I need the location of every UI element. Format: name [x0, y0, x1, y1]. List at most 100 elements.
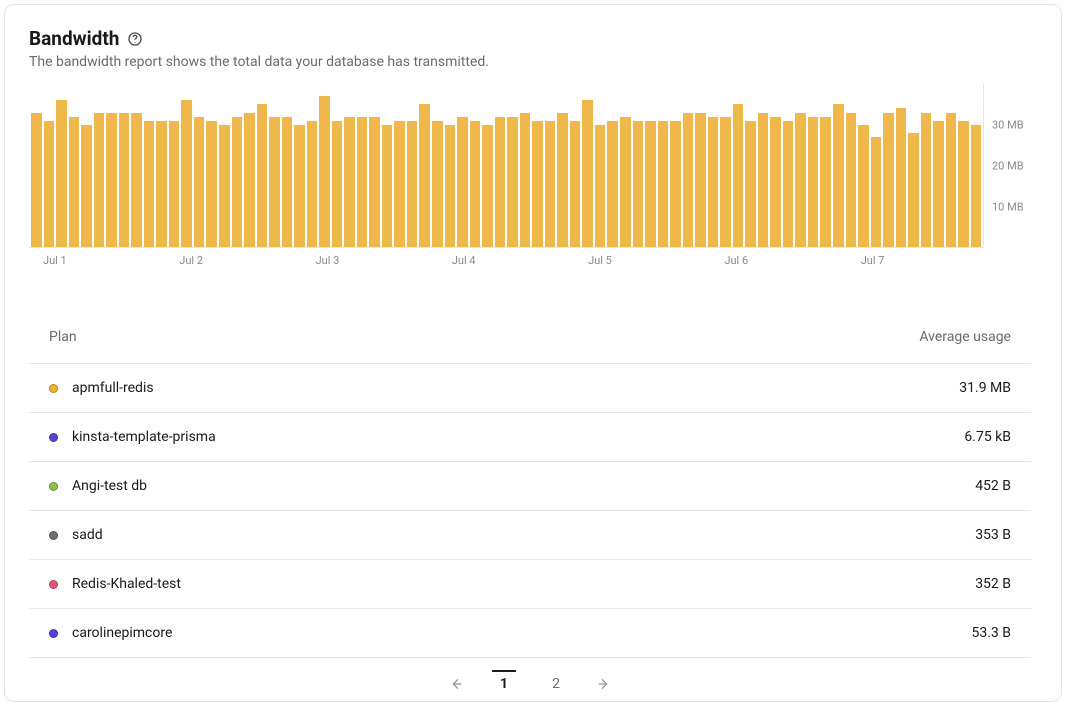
usage-value: 6.75 kB: [964, 429, 1011, 445]
chart-bar: [570, 121, 581, 247]
chart-bar: [419, 104, 430, 247]
chart-bar: [858, 125, 869, 247]
bandwidth-chart: 30 MB 20 MB 10 MB: [29, 84, 1037, 248]
plan-cell: carolinepimcore: [49, 625, 172, 641]
chart-bar: [282, 117, 293, 247]
table-row[interactable]: Angi-test db 452 B: [29, 462, 1031, 511]
table-row[interactable]: kinsta-template-prisma 6.75 kB: [29, 413, 1031, 462]
plan-cell: kinsta-template-prisma: [49, 429, 216, 445]
chart-bar: [783, 121, 794, 247]
chart-bar: [795, 113, 806, 247]
chart-bar: [921, 113, 932, 247]
page-1[interactable]: 1: [492, 670, 516, 698]
plan-cell: apmfull-redis: [49, 380, 154, 396]
chart-bar: [244, 113, 255, 247]
chart-bar: [294, 125, 305, 247]
x-tick: Jul 6: [710, 254, 846, 267]
chart-bar: [319, 96, 330, 247]
chart-bar: [582, 100, 593, 247]
table-row[interactable]: apmfull-redis 31.9 MB: [29, 364, 1031, 413]
chart-bar: [307, 121, 318, 247]
chart-bar: [620, 117, 631, 247]
chart-bar: [332, 121, 343, 247]
chart-bar: [833, 104, 844, 247]
chart-plot-area: [29, 84, 983, 248]
x-tick: Jul 5: [574, 254, 710, 267]
chart-bar: [156, 121, 167, 247]
chart-bar: [94, 113, 105, 247]
card-title: Bandwidth: [29, 27, 119, 50]
chart-bar: [44, 121, 55, 247]
chart-bar: [344, 117, 355, 247]
status-dot-icon: [49, 384, 58, 393]
chart-bar: [369, 117, 380, 247]
chart-bar: [144, 121, 155, 247]
chart-bar: [31, 113, 42, 247]
table-row[interactable]: carolinepimcore 53.3 B: [29, 609, 1031, 658]
y-tick-30: 30 MB: [992, 119, 1024, 132]
chart-bar: [56, 100, 67, 247]
chart-bar: [507, 117, 518, 247]
status-dot-icon: [49, 482, 58, 491]
chart-bar: [683, 113, 694, 247]
col-plan: Plan: [49, 329, 77, 345]
chart-bar: [946, 113, 957, 247]
chart-y-axis: 30 MB 20 MB 10 MB: [983, 84, 1037, 248]
chart-bar: [758, 113, 769, 247]
status-dot-icon: [49, 580, 58, 589]
chart-bar: [482, 125, 493, 247]
chart-bar: [457, 117, 468, 247]
chart-bar: [633, 121, 644, 247]
chart-bar: [908, 133, 919, 247]
chart-bar: [770, 117, 781, 247]
chart-bar: [532, 121, 543, 247]
x-tick: Jul 1: [29, 254, 165, 267]
chart-bar: [933, 121, 944, 247]
y-tick-20: 20 MB: [992, 160, 1024, 173]
chart-bar: [169, 121, 180, 247]
usage-value: 31.9 MB: [959, 380, 1011, 396]
chart-x-axis: Jul 1 Jul 2 Jul 3 Jul 4 Jul 5 Jul 6 Jul …: [29, 254, 1037, 267]
page-next-button[interactable]: [596, 676, 612, 692]
chart-bar: [733, 104, 744, 247]
page-2[interactable]: 2: [544, 670, 568, 698]
chart-bar: [407, 121, 418, 247]
pagination: 1 2: [29, 658, 1031, 698]
chart-bar: [194, 117, 205, 247]
chart-bar: [645, 121, 656, 247]
table-row[interactable]: sadd353 B: [29, 511, 1031, 560]
x-tick: Jul 7: [847, 254, 983, 267]
table-header: Plan Average usage: [29, 319, 1031, 364]
chart-bar: [269, 117, 280, 247]
usage-value: 53.3 B: [972, 625, 1012, 641]
chart-bar: [394, 121, 405, 247]
plan-cell: sadd: [49, 527, 103, 543]
chart-bar: [883, 113, 894, 247]
chart-bar: [81, 125, 92, 247]
chart-bar: [846, 113, 857, 247]
chart-bar: [470, 121, 481, 247]
plan-name: Angi-test db: [72, 478, 147, 494]
plan-name: Redis-Khaled-test: [72, 576, 181, 592]
chart-bar: [607, 121, 618, 247]
status-dot-icon: [49, 433, 58, 442]
table-body: apmfull-redis 31.9 MB kinsta-template-pris…: [29, 364, 1031, 658]
page-prev-button[interactable]: [448, 676, 464, 692]
chart-bar: [595, 125, 606, 247]
usage-table-scroll[interactable]: Plan Average usage apmfull-redis 31.9 MB k…: [29, 319, 1037, 698]
plan-cell: Angi-test db: [49, 478, 147, 494]
table-row[interactable]: Redis-Khaled-test 352 B: [29, 560, 1031, 609]
chart-bar: [106, 113, 117, 247]
status-dot-icon: [49, 629, 58, 638]
usage-value: 452 B: [975, 478, 1011, 494]
chart-bar: [382, 125, 393, 247]
card-header: Bandwidth: [29, 27, 1037, 50]
chart-bar: [219, 125, 230, 247]
chart-bar: [545, 121, 556, 247]
help-icon[interactable]: [127, 31, 143, 47]
usage-value: 352 B: [975, 576, 1011, 592]
chart-bar: [670, 121, 681, 247]
x-tick: Jul 4: [438, 254, 574, 267]
chart-bar: [896, 108, 907, 247]
chart-bar: [495, 117, 506, 247]
